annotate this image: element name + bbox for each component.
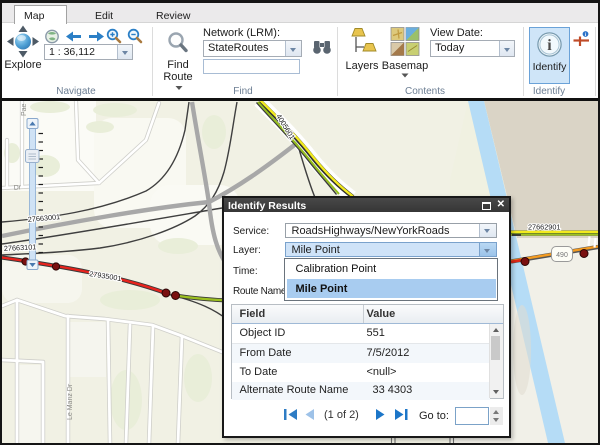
svg-text:27662901: 27662901 [528,223,560,232]
svg-text:Dr: Dr [13,184,22,192]
svg-text:Pae: Pae [21,103,28,116]
svg-text:Le Manz Dr: Le Manz Dr [67,383,74,420]
svg-text:27663101: 27663101 [4,242,37,253]
svg-text:i: i [547,37,552,54]
svg-text:490: 490 [556,252,568,259]
